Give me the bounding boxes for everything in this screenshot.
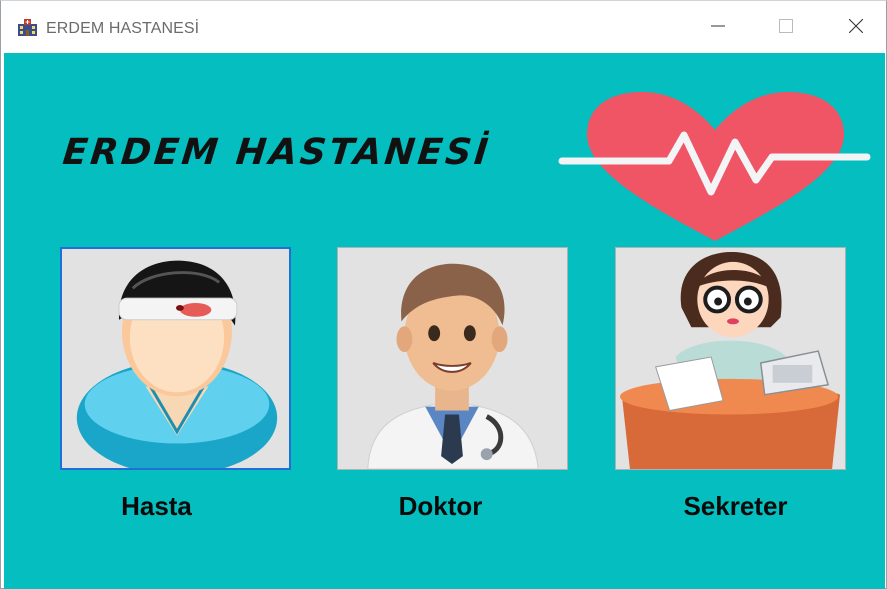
doctor-label: Doktor bbox=[398, 491, 483, 521]
secretary-label: Sekreter bbox=[683, 491, 788, 521]
heart-pulse-icon bbox=[558, 92, 871, 241]
app-window: ERDEM HASTANESİ ERDEM HASTANESİ Hasta Do… bbox=[0, 0, 887, 589]
doctor-avatar-icon bbox=[367, 263, 539, 469]
patient-card[interactable] bbox=[60, 247, 291, 470]
maximize-button[interactable] bbox=[753, 1, 819, 51]
window-title: ERDEM HASTANESİ bbox=[46, 20, 200, 37]
minimize-button[interactable] bbox=[685, 1, 751, 51]
doctor-card[interactable] bbox=[337, 247, 568, 470]
minimize-icon bbox=[711, 25, 725, 27]
title-bar[interactable]: ERDEM HASTANESİ bbox=[1, 1, 886, 51]
patient-avatar-icon bbox=[76, 260, 278, 468]
maximize-icon bbox=[779, 19, 793, 33]
close-button[interactable] bbox=[823, 1, 887, 51]
close-icon bbox=[849, 19, 863, 33]
secretary-card[interactable] bbox=[615, 247, 846, 470]
hospital-building-icon bbox=[18, 19, 37, 36]
secretary-avatar-icon bbox=[620, 251, 841, 469]
patient-label: Hasta bbox=[121, 491, 192, 521]
page-title: ERDEM HASTANESİ bbox=[60, 132, 493, 173]
